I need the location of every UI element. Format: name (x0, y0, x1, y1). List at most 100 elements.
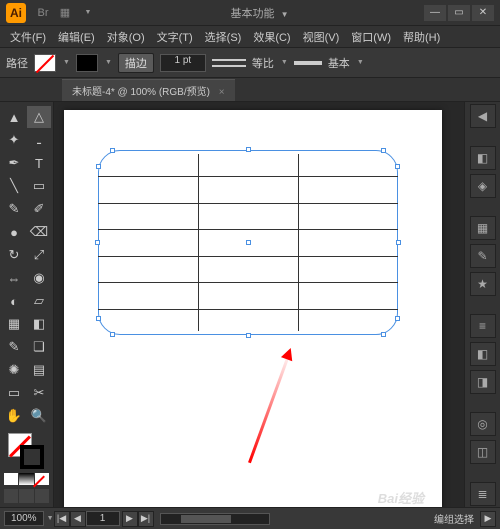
anchor-point[interactable] (396, 240, 401, 245)
stroke-panel-icon[interactable]: ≡ (470, 314, 496, 338)
color-mode-solid[interactable] (4, 473, 18, 485)
prev-artboard-button[interactable]: ◀ (70, 511, 86, 527)
hand-tool[interactable]: ✋ (2, 405, 26, 427)
direct-selection-tool[interactable]: △ (27, 106, 51, 128)
color-guide-panel-icon[interactable]: ◈ (470, 174, 496, 198)
last-artboard-button[interactable]: ▶| (138, 511, 154, 527)
blob-brush-tool[interactable]: ● (2, 221, 26, 243)
artboard-tool[interactable]: ▭ (2, 382, 26, 404)
fill-swatch[interactable] (34, 54, 56, 72)
screen-mode-normal[interactable] (4, 489, 18, 503)
color-panel-icon[interactable]: ◧ (470, 146, 496, 170)
zoom-tool[interactable]: 🔍 (27, 405, 51, 427)
zoom-level-input[interactable]: 100% (4, 511, 44, 526)
free-transform-tool[interactable]: ◉ (27, 267, 51, 289)
gradient-panel-icon[interactable]: ◧ (470, 342, 496, 366)
shape-builder-tool[interactable]: ◐ (2, 290, 26, 312)
scale-tool[interactable]: ⤢ (27, 244, 51, 266)
chevron-down-icon[interactable]: ▼ (81, 6, 95, 20)
chevron-down-icon[interactable]: ▼ (63, 59, 70, 66)
center-point[interactable] (246, 240, 251, 245)
anchor-point[interactable] (96, 164, 101, 169)
menu-window[interactable]: 窗口(W) (345, 29, 397, 45)
bridge-icon[interactable]: Br (36, 6, 50, 20)
anchor-point[interactable] (110, 148, 115, 153)
anchor-point[interactable] (95, 240, 100, 245)
canvas[interactable]: Bai经验 jingyan.baidu.com (54, 102, 464, 507)
menu-edit[interactable]: 编辑(E) (52, 29, 101, 45)
expand-dock-button[interactable]: ◀ (470, 104, 496, 128)
graphic-styles-panel-icon[interactable]: ◫ (470, 440, 496, 464)
swatches-panel-icon[interactable]: ▦ (470, 216, 496, 240)
symbol-sprayer-tool[interactable]: ✺ (2, 359, 26, 381)
lasso-tool[interactable]: ـ (27, 129, 51, 151)
fill-stroke-indicator[interactable] (2, 433, 51, 469)
type-tool[interactable]: T (27, 152, 51, 174)
arrange-docs-icon[interactable]: ▦ (58, 6, 72, 20)
brush-tool[interactable]: ✎ (2, 198, 26, 220)
status-menu-button[interactable]: ▶ (480, 511, 496, 527)
anchor-point[interactable] (246, 147, 251, 152)
document-tab[interactable]: 未标题-4* @ 100% (RGB/预览) × (62, 79, 235, 101)
style-label[interactable]: 基本 (328, 55, 350, 71)
menu-object[interactable]: 对象(O) (101, 29, 151, 45)
stroke-weight-input[interactable]: 1 pt (160, 54, 206, 72)
layers-panel-icon[interactable]: ≣ (470, 482, 496, 506)
pen-tool[interactable]: ✒ (2, 152, 26, 174)
pencil-tool[interactable]: ✐ (27, 198, 51, 220)
width-tool[interactable]: ⇔ (2, 267, 26, 289)
rotate-tool[interactable]: ↻ (2, 244, 26, 266)
menu-select[interactable]: 选择(S) (199, 29, 248, 45)
artboard-number-input[interactable]: 1 (86, 511, 120, 526)
chevron-down-icon[interactable]: ▼ (281, 10, 289, 19)
eyedropper-tool[interactable]: ✎ (2, 336, 26, 358)
profile-preview[interactable] (212, 59, 246, 67)
close-button[interactable]: ✕ (472, 5, 494, 21)
chevron-down-icon[interactable]: ▼ (281, 59, 288, 66)
next-artboard-button[interactable]: ▶ (122, 511, 138, 527)
menu-effect[interactable]: 效果(C) (247, 29, 296, 45)
rectangle-tool[interactable]: ▭ (27, 175, 51, 197)
blend-tool[interactable]: ❏ (27, 336, 51, 358)
profile-label[interactable]: 等比 (252, 55, 274, 71)
color-mode-none[interactable] (35, 473, 49, 485)
symbols-panel-icon[interactable]: ★ (470, 272, 496, 296)
minimize-button[interactable]: — (424, 5, 446, 21)
magic-wand-tool[interactable]: ✦ (2, 129, 26, 151)
menu-file[interactable]: 文件(F) (4, 29, 52, 45)
draw-mode[interactable] (19, 489, 33, 503)
anchor-point[interactable] (395, 164, 400, 169)
stroke-swatch[interactable] (76, 54, 98, 72)
perspective-grid-tool[interactable]: ▱ (27, 290, 51, 312)
maximize-button[interactable]: ▭ (448, 5, 470, 21)
column-graph-tool[interactable]: ▤ (27, 359, 51, 381)
anchor-point[interactable] (110, 332, 115, 337)
chevron-down-icon[interactable]: ▼ (47, 515, 54, 522)
chevron-down-icon[interactable]: ▼ (105, 59, 112, 66)
slice-tool[interactable]: ✂ (27, 382, 51, 404)
artboard[interactable]: Bai经验 jingyan.baidu.com (64, 110, 442, 507)
eraser-tool[interactable]: ⌫ (27, 221, 51, 243)
first-artboard-button[interactable]: |◀ (54, 511, 70, 527)
selected-rounded-rect-grid[interactable] (98, 150, 398, 335)
brush-preview[interactable] (294, 61, 322, 65)
color-mode-gradient[interactable] (19, 473, 33, 485)
anchor-point[interactable] (395, 316, 400, 321)
anchor-point[interactable] (246, 333, 251, 338)
transparency-panel-icon[interactable]: ◨ (470, 370, 496, 394)
line-tool[interactable]: ╲ (2, 175, 26, 197)
brushes-panel-icon[interactable]: ✎ (470, 244, 496, 268)
chevron-down-icon[interactable]: ▼ (357, 59, 364, 66)
workspace-switcher[interactable]: 基本功能 (231, 8, 275, 20)
appearance-panel-icon[interactable]: ◎ (470, 412, 496, 436)
anchor-point[interactable] (381, 332, 386, 337)
stroke-panel-button[interactable]: 描边 (118, 53, 154, 73)
menu-view[interactable]: 视图(V) (297, 29, 346, 45)
menu-help[interactable]: 帮助(H) (397, 29, 446, 45)
anchor-point[interactable] (381, 148, 386, 153)
gradient-tool[interactable]: ◧ (27, 313, 51, 335)
close-tab-icon[interactable]: × (219, 87, 225, 98)
menu-type[interactable]: 文字(T) (151, 29, 199, 45)
horizontal-scrollbar[interactable] (160, 513, 270, 525)
stroke-indicator[interactable] (20, 445, 44, 469)
